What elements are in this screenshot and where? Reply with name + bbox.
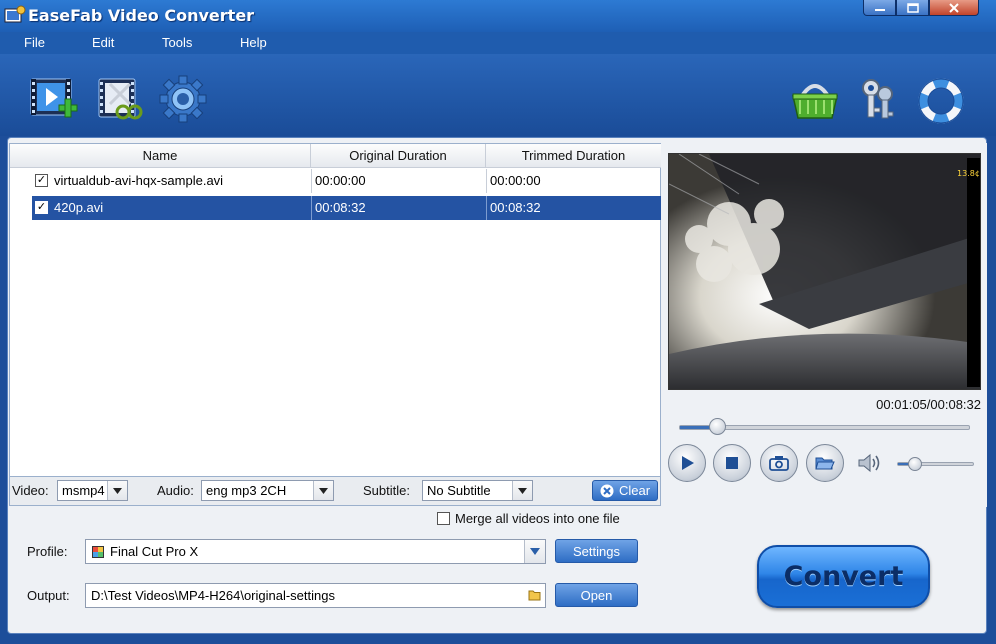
file-original-duration: 00:08:32: [315, 200, 366, 215]
browse-folder-icon[interactable]: [528, 589, 542, 601]
snapshot-icon: [769, 456, 789, 471]
file-trimmed-duration: 00:00:00: [490, 173, 541, 188]
output-path-field[interactable]: D:\Test Videos\MP4-H264\original-setting…: [85, 583, 546, 608]
file-row-selected[interactable]: ✓ 420p.avi 00:08:32 00:08:32: [32, 196, 661, 220]
seek-handle[interactable]: [709, 418, 726, 435]
file-row[interactable]: ✓ virtualdub-avi-hqx-sample.avi 00:00:00…: [10, 169, 661, 193]
subtitle-value: No Subtitle: [427, 483, 491, 498]
buy-basket-button[interactable]: [790, 78, 840, 128]
volume-handle[interactable]: [908, 457, 922, 471]
merge-checkbox[interactable]: [437, 512, 450, 525]
menu-help[interactable]: Help: [240, 35, 267, 50]
play-icon: [682, 456, 694, 470]
shopping-basket-icon: [792, 84, 838, 119]
file-name: virtualdub-avi-hqx-sample.avi: [54, 173, 224, 188]
add-video-button[interactable]: [28, 74, 78, 124]
profile-select[interactable]: Final Cut Pro X: [85, 539, 546, 564]
window-title: EaseFab Video Converter: [28, 6, 255, 25]
subtitle-select[interactable]: No Subtitle: [422, 480, 533, 501]
close-icon: [949, 2, 959, 13]
track-selection-bar: Video: msmp4 Audio: eng mp3 2CH Subtitle…: [9, 477, 661, 506]
window-controls: [863, 0, 979, 16]
play-button[interactable]: [668, 444, 706, 482]
video-track-label: Video:: [12, 483, 49, 498]
output-label: Output:: [27, 588, 70, 603]
menu-file[interactable]: File: [24, 35, 45, 50]
volume-icon: [858, 453, 880, 473]
minimize-icon: [874, 8, 885, 11]
chevron-down-icon: [313, 481, 333, 500]
stop-icon: [726, 457, 738, 469]
chevron-down-icon: [530, 548, 540, 555]
title-bar[interactable]: EaseFab Video Converter: [0, 0, 996, 32]
file-original-duration: 00:00:00: [315, 173, 366, 188]
merge-label: Merge all videos into one file: [455, 511, 620, 526]
convert-button[interactable]: Convert: [757, 545, 930, 608]
stop-button[interactable]: [713, 444, 751, 482]
chevron-down-icon: [512, 481, 532, 500]
final-cut-pro-icon: [92, 546, 104, 558]
output-path-value: D:\Test Videos\MP4-H264\original-setting…: [91, 588, 335, 603]
column-name[interactable]: Name: [10, 144, 311, 168]
lifebuoy-icon: [918, 78, 964, 124]
audio-track-select[interactable]: eng mp3 2CH: [201, 480, 334, 501]
video-track-select[interactable]: msmp4: [57, 480, 128, 501]
timecode: 00:01:05/00:08:32: [876, 397, 981, 412]
settings-button[interactable]: Settings: [555, 539, 638, 563]
clear-x-icon: [600, 484, 614, 497]
open-folder-button[interactable]: [806, 444, 844, 482]
video-frame-image: 13.8¢: [669, 154, 980, 389]
video-track-value: msmp4: [62, 483, 105, 498]
profile-label: Profile:: [27, 544, 68, 559]
add-video-icon: [30, 78, 78, 118]
close-button[interactable]: [929, 0, 979, 16]
settings-gear-button[interactable]: [158, 74, 208, 124]
profile-dropdown-arrow[interactable]: [524, 540, 545, 563]
clear-label: Clear: [618, 483, 651, 498]
clear-button[interactable]: Clear: [592, 480, 658, 501]
audio-track-label: Audio:: [157, 483, 194, 498]
file-checkbox[interactable]: ✓: [35, 201, 48, 214]
profile-value: Final Cut Pro X: [110, 544, 199, 559]
column-original-duration[interactable]: Original Duration: [311, 144, 486, 168]
keys-icon: [862, 79, 894, 119]
subtitle-label: Subtitle:: [363, 483, 410, 498]
open-button[interactable]: Open: [555, 583, 638, 607]
register-keys-button[interactable]: [858, 78, 908, 128]
column-trimmed-duration[interactable]: Trimmed Duration: [486, 144, 661, 168]
help-lifebuoy-button[interactable]: [918, 78, 968, 128]
settings-gear-icon: [159, 75, 207, 123]
video-overlay-text: 13.8¢: [957, 169, 980, 178]
menu-edit[interactable]: Edit: [92, 35, 114, 50]
maximize-button[interactable]: [896, 0, 929, 16]
menu-bar: File Edit Tools Help: [0, 32, 996, 54]
file-name: 420p.avi: [54, 200, 104, 215]
snapshot-button[interactable]: [760, 444, 798, 482]
minimize-button[interactable]: [863, 0, 896, 16]
open-folder-icon: [815, 457, 835, 470]
file-list[interactable]: Name Original Duration Trimmed Duration …: [9, 143, 661, 477]
menu-tools[interactable]: Tools: [162, 35, 192, 50]
maximize-icon: [906, 2, 919, 13]
video-preview[interactable]: 13.8¢: [668, 153, 981, 390]
edit-video-icon: [98, 78, 143, 120]
chevron-down-icon: [107, 481, 127, 500]
volume-button[interactable]: [857, 452, 883, 474]
audio-track-value: eng mp3 2CH: [206, 483, 287, 498]
file-checkbox[interactable]: ✓: [35, 174, 48, 187]
edit-video-button[interactable]: [96, 74, 146, 124]
file-trimmed-duration: 00:08:32: [490, 200, 541, 215]
app-logo-icon: [4, 5, 26, 23]
toolbar: [0, 54, 996, 136]
